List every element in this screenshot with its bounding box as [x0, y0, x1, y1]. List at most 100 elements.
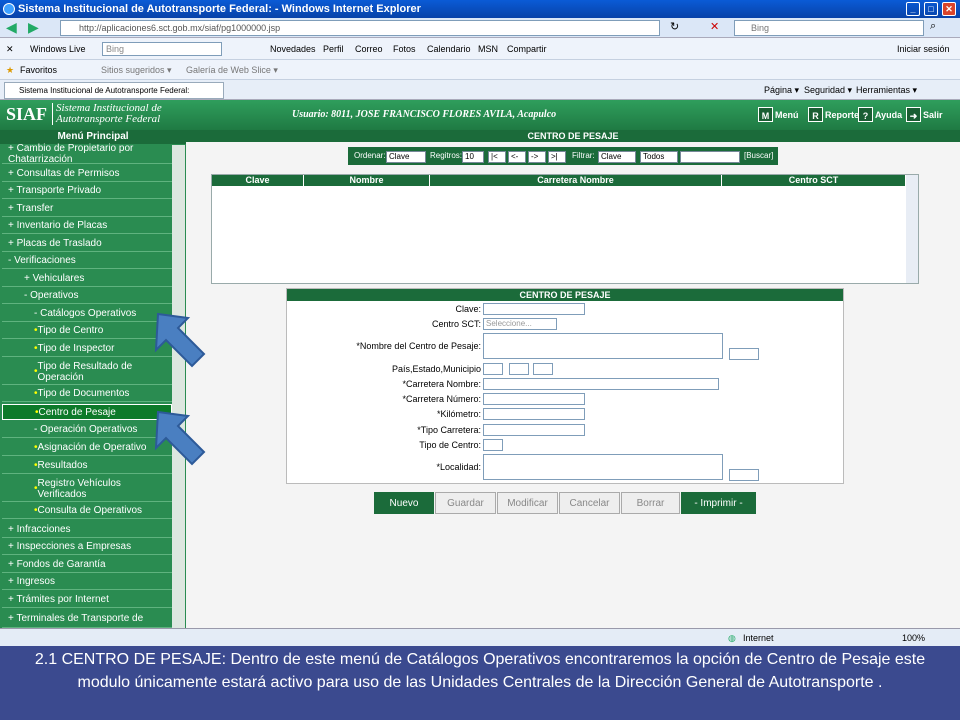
link-compartir[interactable]: Compartir — [507, 38, 547, 60]
forward-icon[interactable]: ▶ — [28, 19, 39, 36]
first-page-button[interactable]: |< — [488, 151, 506, 163]
menu-item[interactable]: • Tipo de Centro — [2, 323, 172, 339]
menu-item[interactable]: • Asignación de Operativo — [2, 440, 172, 456]
nuevo-button[interactable]: Nuevo — [374, 492, 434, 514]
menu-button[interactable]: M Menú — [758, 107, 799, 123]
menu-item[interactable]: • Resultados — [2, 458, 172, 474]
browser-tab[interactable]: Sistema Institucional de Autotransporte … — [4, 82, 224, 99]
link-correo[interactable]: Correo — [355, 38, 383, 60]
menu-item[interactable]: + Trámites por Internet — [2, 592, 172, 608]
imprimir-button[interactable]: - Imprimir - — [681, 492, 756, 514]
close-icon[interactable]: ✕ — [942, 2, 956, 16]
grid-scrollbar[interactable] — [906, 175, 918, 283]
menu-item-label: - Operación Operativos — [34, 424, 138, 435]
menu-item[interactable]: - Verificaciones — [2, 253, 172, 269]
link-perfil[interactable]: Perfil — [323, 38, 344, 60]
menu-item[interactable]: • Centro de Pesaje — [2, 404, 172, 420]
menu-item[interactable]: • Tipo de Resultado de Operación — [2, 359, 172, 385]
siaf-header: SIAF Sistema Institucional de Autotranspo… — [0, 100, 960, 130]
clave-input[interactable] — [483, 303, 585, 315]
carretera-nombre-input[interactable] — [483, 378, 719, 390]
menu-scrollbar[interactable] — [172, 145, 185, 628]
close-toolbar-icon[interactable]: ✕ — [6, 38, 14, 60]
link-calendario[interactable]: Calendario — [427, 38, 471, 60]
prev-page-button[interactable]: <- — [508, 151, 526, 163]
menu-item[interactable]: • Consulta de Operativos — [2, 503, 172, 519]
suggested-sites-link[interactable]: Sitios sugeridos ▾ — [101, 60, 172, 80]
borrar-button[interactable]: Borrar — [621, 492, 680, 514]
filter-select[interactable]: Clave — [598, 151, 636, 163]
menu-item[interactable]: + Terminales de Transporte de — [2, 610, 172, 628]
help-button[interactable]: ? Ayuda — [858, 107, 902, 123]
menu-item[interactable]: - Operativos — [2, 288, 172, 304]
filter-all-select[interactable]: Todos — [640, 151, 678, 163]
web-slice-link[interactable]: Galería de Web Slice ▾ — [186, 60, 278, 80]
centro-sct-select[interactable]: Seleccione... — [483, 318, 557, 330]
menu-item[interactable]: • Tipo de Documentos — [2, 386, 172, 402]
minimize-icon[interactable]: _ — [906, 2, 920, 16]
cancelar-button[interactable]: Cancelar — [559, 492, 620, 514]
help-icon: ? — [858, 107, 873, 122]
globe-icon: ◍ — [728, 633, 736, 643]
menu-item[interactable]: + Inspecciones a Empresas — [2, 539, 172, 555]
maximize-icon[interactable]: □ — [924, 2, 938, 16]
exit-button[interactable]: ➜ Salir — [906, 107, 943, 123]
signin-link[interactable]: Iniciar sesión — [897, 38, 950, 60]
last-page-button[interactable]: >| — [548, 151, 566, 163]
estado-select[interactable] — [509, 363, 529, 375]
municipio-select[interactable] — [533, 363, 553, 375]
menu-item[interactable]: + Inventario de Placas — [2, 218, 172, 234]
modificar-button[interactable]: Modificar — [497, 492, 558, 514]
search-icon[interactable]: ⌕ — [930, 20, 936, 33]
menu-item[interactable]: - Catálogos Operativos — [2, 306, 172, 322]
menu-item[interactable]: + Transporte Privado — [2, 183, 172, 199]
nombre-textarea[interactable] — [483, 333, 723, 359]
menu-item[interactable]: + Consultas de Permisos — [2, 166, 172, 182]
kilometro-input[interactable] — [483, 408, 585, 420]
menu-item[interactable]: • Registro Vehículos Verificados — [2, 476, 172, 502]
next-page-button[interactable]: -> — [528, 151, 546, 163]
col-nombre[interactable]: Nombre — [304, 175, 430, 186]
link-fotos[interactable]: Fotos — [393, 38, 416, 60]
report-button[interactable]: R Reporte — [808, 107, 859, 123]
menu-item[interactable]: + Placas de Traslado — [2, 236, 172, 252]
grid-toolbar: Ordenar: Clave Regitros: 10 |< <- -> >| … — [348, 147, 778, 165]
menu-item-label: - Operativos — [24, 290, 79, 301]
link-msn[interactable]: MSN — [478, 38, 498, 60]
bing-input[interactable]: Bing — [102, 42, 222, 56]
menu-item[interactable]: + Fondos de Garantía — [2, 557, 172, 573]
tipo-carretera-input[interactable] — [483, 424, 585, 436]
search-input[interactable]: Bing — [734, 20, 924, 36]
order-select[interactable]: Clave — [386, 151, 426, 163]
search-button[interactable]: [Buscar] — [744, 151, 773, 160]
refresh-icon[interactable]: ↻ — [670, 20, 679, 33]
pais-select[interactable] — [483, 363, 503, 375]
stop-icon[interactable]: ✕ — [710, 20, 719, 33]
col-centro-sct[interactable]: Centro SCT — [722, 175, 906, 186]
tipo-centro-select[interactable] — [483, 439, 503, 451]
page-menu[interactable]: Página ▾ — [764, 80, 799, 100]
back-icon[interactable]: ◀ — [6, 19, 17, 36]
siaf-name-line2: Autotransporte Federal — [56, 113, 161, 125]
link-novedades[interactable]: Novedades — [270, 38, 316, 60]
filter-input[interactable] — [680, 151, 740, 163]
col-clave[interactable]: Clave — [212, 175, 304, 186]
windows-live-link[interactable]: Windows Live — [30, 38, 86, 60]
records-input[interactable]: 10 — [462, 151, 484, 163]
menu-item[interactable]: + Cambio de Propietario por Chatarrizaci… — [2, 143, 172, 165]
favorites-button[interactable]: Favoritos — [20, 60, 57, 80]
menu-item[interactable]: - Operación Operativos — [2, 422, 172, 438]
carretera-numero-input[interactable] — [483, 393, 585, 405]
localidad-textarea[interactable] — [483, 454, 723, 480]
menu-item[interactable]: + Transfer — [2, 201, 172, 217]
tools-menu[interactable]: Herramientas ▾ — [856, 80, 917, 100]
col-carretera-nombre[interactable]: Carretera Nombre — [430, 175, 722, 186]
menu-item[interactable]: + Vehiculares — [2, 271, 172, 287]
guardar-button[interactable]: Guardar — [435, 492, 496, 514]
menu-item[interactable]: + Infracciones — [2, 522, 172, 538]
menu-item[interactable]: + Ingresos — [2, 574, 172, 590]
security-menu[interactable]: Seguridad ▾ — [804, 80, 852, 100]
zoom-label[interactable]: 100% — [902, 629, 925, 647]
menu-item[interactable]: • Tipo de Inspector — [2, 341, 172, 357]
url-input[interactable]: http://aplicaciones6.sct.gob.mx/siaf/pg1… — [60, 20, 660, 36]
